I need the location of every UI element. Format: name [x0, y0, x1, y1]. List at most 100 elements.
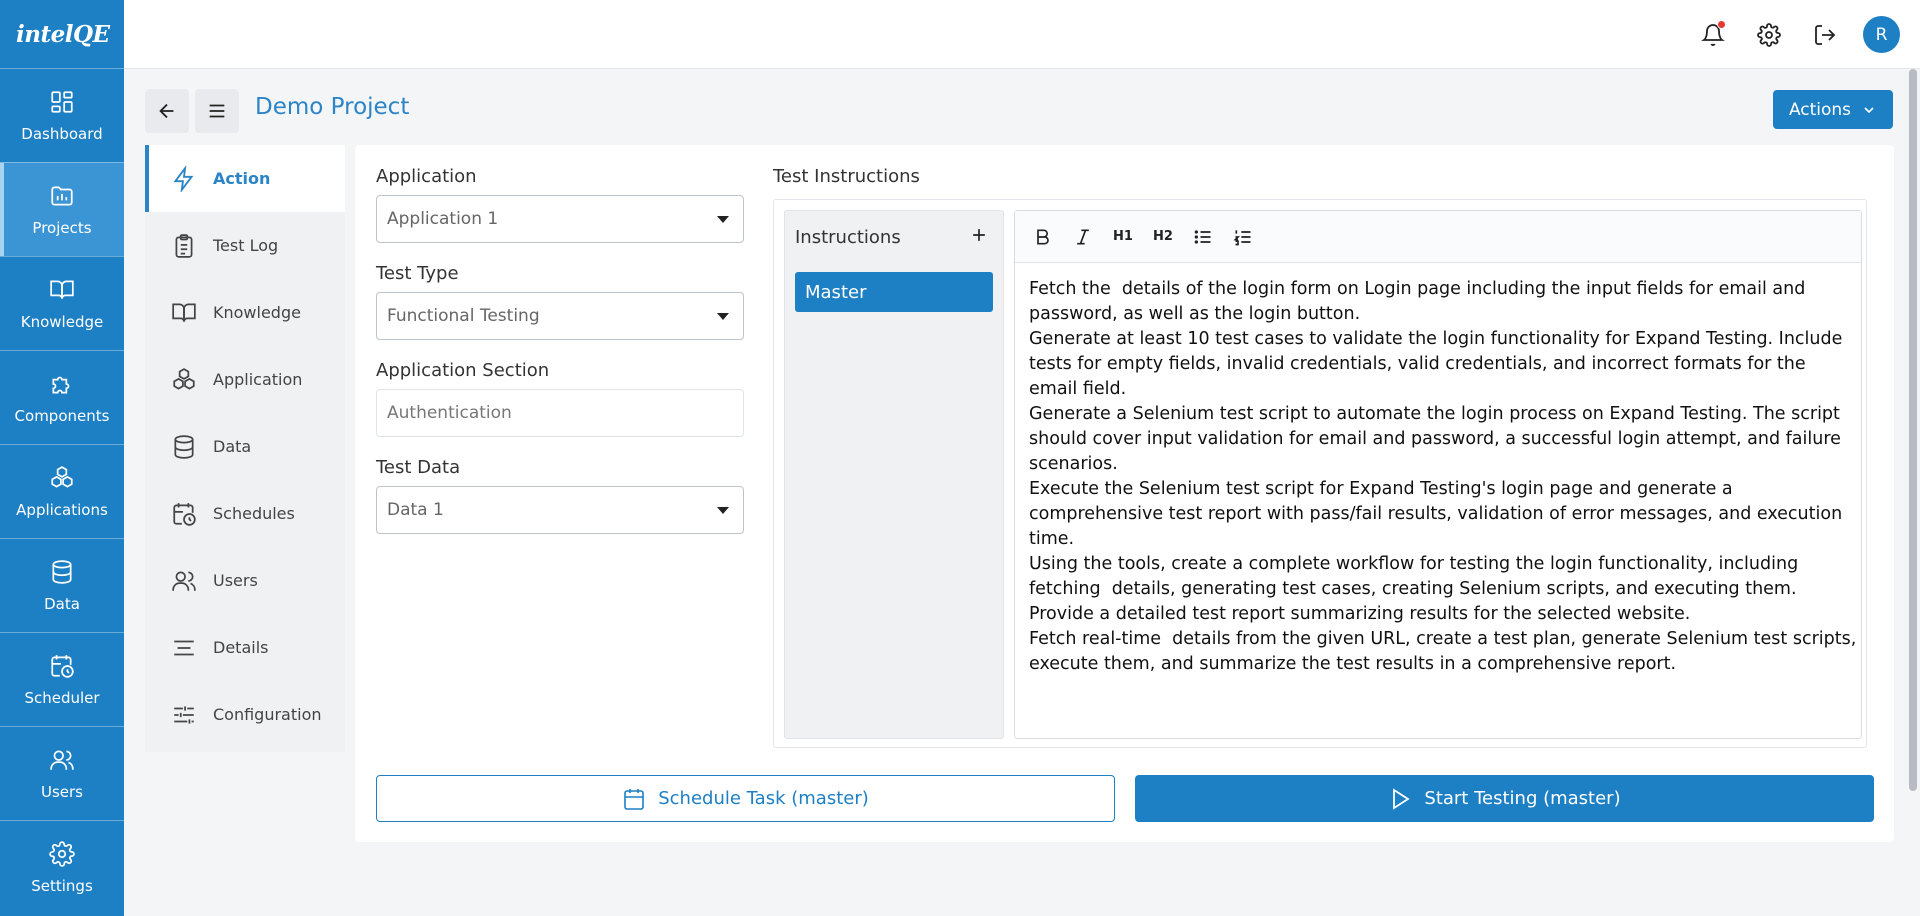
test-data-select[interactable]: Data 1	[376, 486, 744, 534]
tab-application[interactable]: Application	[145, 346, 345, 413]
plus-icon	[973, 229, 985, 241]
bold-icon	[1037, 229, 1049, 244]
application-select[interactable]: Application 1	[376, 195, 744, 243]
tab-label: Details	[213, 638, 269, 657]
instruction-editor[interactable]: H1 H2 Fetch the details of the login for…	[1014, 210, 1862, 739]
sidebar-item-label: Dashboard	[21, 124, 103, 143]
sidebar-item-settings[interactable]: Settings	[0, 820, 124, 914]
italic-button[interactable]	[1069, 223, 1097, 251]
tab-label: Action	[213, 169, 271, 188]
sidebar-item-scheduler[interactable]: Scheduler	[0, 632, 124, 726]
tab-schedules[interactable]: Schedules	[145, 480, 345, 547]
book-icon	[172, 302, 196, 322]
logout-button[interactable]	[1807, 17, 1843, 53]
scrollbar[interactable]	[1909, 69, 1917, 791]
dropdown-caret-icon	[717, 507, 729, 514]
editor-toolbar: H1 H2	[1015, 211, 1861, 263]
sidebar-item-data[interactable]: Data	[0, 538, 124, 632]
tab-label: Knowledge	[213, 303, 301, 322]
start-testing-label: Start Testing (master)	[1424, 788, 1621, 809]
dropdown-caret-icon	[717, 216, 729, 223]
heading1-icon: H1	[1113, 229, 1133, 244]
tab-test-log[interactable]: Test Log	[145, 212, 345, 279]
sidebar-item-applications[interactable]: Applications	[0, 444, 124, 538]
tab-data[interactable]: Data	[145, 413, 345, 480]
applications-icon	[51, 465, 73, 488]
calendar-icon	[624, 788, 645, 810]
numbered-list-icon	[1233, 229, 1251, 245]
avatar[interactable]: R	[1863, 16, 1900, 53]
heading1-button[interactable]: H1	[1109, 223, 1137, 251]
editor-line: tests for empty fields, invalid credenti…	[1029, 354, 1806, 374]
tab-label: Users	[213, 571, 258, 590]
sidebar-item-label: Applications	[16, 500, 108, 519]
editor-line: should cover input validation for email …	[1029, 429, 1841, 449]
schedule-task-button[interactable]: Schedule Task (master)	[376, 775, 1115, 822]
tab-knowledge[interactable]: Knowledge	[145, 279, 345, 346]
settings-button[interactable]	[1751, 17, 1787, 53]
dashboard-icon	[51, 90, 73, 113]
tab-action[interactable]: Action	[145, 145, 345, 212]
test-instructions-title: Test Instructions	[773, 166, 920, 187]
tab-details[interactable]: Details	[145, 614, 345, 681]
application-label: Application	[376, 166, 477, 187]
arrow-left-icon	[159, 103, 174, 119]
actions-button[interactable]: Actions	[1773, 90, 1893, 129]
database-icon	[52, 559, 72, 584]
sidebar-item-knowledge[interactable]: Knowledge	[0, 256, 124, 350]
test-data-label: Test Data	[376, 457, 461, 478]
project-tabs: Action Test Log Knowledge Application Da…	[145, 145, 345, 752]
start-testing-button[interactable]: Start Testing (master)	[1135, 775, 1874, 822]
menu-toggle-button[interactable]	[195, 89, 239, 133]
play-icon	[1393, 787, 1411, 810]
test-type-select[interactable]: Functional Testing	[376, 292, 744, 340]
editor-line: fetching details, generating test cases,…	[1029, 579, 1797, 599]
instructions-list-header: Instructions	[795, 227, 901, 248]
editor-line: Generate at least 10 test cases to valid…	[1029, 329, 1843, 349]
editor-line: time.	[1029, 529, 1075, 549]
sidebar-item-label: Data	[44, 594, 80, 613]
sidebar-item-label: Components	[14, 406, 110, 425]
tab-label: Data	[213, 437, 252, 456]
users-icon	[172, 570, 196, 591]
editor-line: email field.	[1029, 379, 1127, 399]
editor-line: comprehensive test report with pass/fail…	[1029, 504, 1843, 524]
add-instruction-button[interactable]	[967, 223, 991, 247]
notifications-button[interactable]	[1695, 17, 1731, 53]
editor-line: Generate a Selenium test script to autom…	[1029, 404, 1840, 424]
sidebar-item-label: Settings	[31, 876, 93, 895]
sidebar-item-label: Users	[40, 782, 83, 801]
test-data-value: Data 1	[387, 500, 444, 520]
tab-configuration[interactable]: Configuration	[145, 681, 345, 748]
puzzle-icon	[52, 376, 70, 394]
back-button[interactable]	[145, 89, 189, 133]
calendar-clock-icon	[173, 502, 196, 526]
sidebar-item-components[interactable]: Components	[0, 350, 124, 444]
editor-line: password, as well as the login button.	[1029, 304, 1361, 324]
clipboard-icon	[175, 233, 193, 258]
bullet-list-icon	[1194, 229, 1211, 244]
editor-line: scenarios.	[1029, 454, 1118, 474]
sidebar-item-dashboard[interactable]: Dashboard	[0, 68, 124, 162]
projects-icon	[51, 185, 73, 206]
numbered-list-button[interactable]	[1229, 223, 1257, 251]
bullet-list-button[interactable]	[1189, 223, 1217, 251]
bold-button[interactable]	[1029, 223, 1057, 251]
app-section-label: Application Section	[376, 360, 550, 381]
logout-icon	[1815, 24, 1836, 45]
app-section-input[interactable]: Authentication	[376, 389, 744, 437]
heading2-button[interactable]: H2	[1149, 223, 1177, 251]
editor-line: execute them, and summarize the test res…	[1029, 654, 1677, 674]
editor-line: Execute the Selenium test script for Exp…	[1029, 479, 1733, 499]
sliders-icon	[174, 705, 194, 724]
tab-users[interactable]: Users	[145, 547, 345, 614]
editor-content[interactable]: Fetch the details of the login form on L…	[1015, 263, 1861, 691]
page-title: Demo Project	[255, 94, 410, 120]
sidebar-item-projects[interactable]: Projects	[0, 162, 124, 256]
database-icon	[174, 434, 194, 459]
instruction-item-master[interactable]: Master	[795, 272, 993, 312]
editor-line: Using the tools, create a complete workf…	[1029, 554, 1799, 574]
sidebar-item-users[interactable]: Users	[0, 726, 124, 820]
applications-icon	[173, 367, 195, 390]
app-section-value: Authentication	[387, 403, 512, 423]
